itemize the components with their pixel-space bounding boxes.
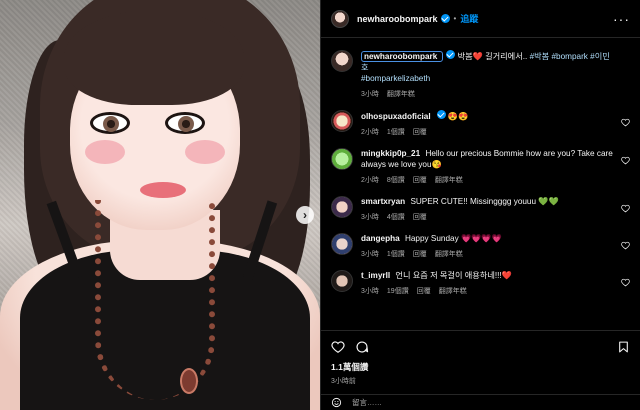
like-heart-icon[interactable] (621, 156, 630, 165)
caption: newharoobompark 박봄❤️ 길거리에서.. #박봄 #bompar… (331, 50, 630, 99)
comment-bubble-icon[interactable] (355, 340, 369, 354)
verified-icon (440, 14, 450, 23)
author-username[interactable]: newharoobompark (357, 14, 438, 24)
caption-text-1: 박봄 (457, 52, 473, 61)
post-photo[interactable]: › (0, 0, 320, 410)
translate-link[interactable]: 翻譯年糕 (435, 249, 463, 259)
instagram-post-view: › newharoobompark • 追蹤 ··· newharoobompa… (0, 0, 640, 410)
comment-input[interactable] (352, 398, 552, 407)
heart-emoji: ❤️ (472, 52, 483, 61)
comment-likes[interactable]: 1個讚 (387, 249, 405, 259)
photo-bead-necklace (95, 200, 215, 400)
comment-avatar[interactable] (331, 148, 353, 170)
comment-time: 2小時 (361, 177, 379, 184)
reply-button[interactable]: 回覆 (413, 175, 427, 185)
comment-likes[interactable]: 19個讚 (387, 286, 409, 296)
comment-text: 언니 요즘 저 목걸이 애용하네!!!❤️ (395, 271, 512, 280)
comment-username[interactable]: dangepha (361, 234, 400, 243)
comment-item: olhospuxadoficial 😍😍 2小時 1個讚 回覆 (331, 110, 630, 137)
comment-item: mingkkip0p_21 Hello our precious Bommie … (331, 148, 630, 185)
verified-icon (436, 110, 446, 119)
comment-composer (321, 394, 640, 410)
like-heart-icon[interactable] (621, 241, 630, 250)
comments-list[interactable]: newharoobompark 박봄❤️ 길거리에서.. #박봄 #bompar… (321, 38, 640, 354)
comment-avatar[interactable] (331, 233, 353, 255)
comment-username[interactable]: smartxryan (361, 197, 405, 206)
translate-link[interactable]: 翻譯年糕 (435, 175, 463, 185)
more-options-icon[interactable]: ··· (613, 11, 630, 27)
post-header: newharoobompark • 追蹤 ··· (321, 0, 640, 38)
comment-username[interactable]: mingkkip0p_21 (361, 149, 420, 158)
verified-icon (446, 50, 456, 59)
comment-likes[interactable]: 4個讚 (387, 212, 405, 222)
post-sidebar: newharoobompark • 追蹤 ··· newharoobompark… (320, 0, 640, 410)
comment-text: 😍😍 (447, 112, 469, 121)
comment-likes[interactable]: 1個讚 (387, 127, 405, 137)
comment-avatar[interactable] (331, 270, 353, 292)
header-separator: • (453, 14, 457, 23)
photo-lips (140, 182, 186, 198)
comment-avatar[interactable] (331, 110, 353, 132)
caption-avatar[interactable] (331, 50, 353, 72)
caption-username[interactable]: newharoobompark (364, 52, 437, 61)
comment-time: 2小時 (361, 129, 379, 136)
like-count[interactable]: 1.1萬個讚 (331, 361, 630, 373)
translate-link[interactable]: 翻譯年糕 (439, 286, 467, 296)
like-heart-icon[interactable] (621, 204, 630, 213)
comment-username[interactable]: t_imyrll (361, 271, 390, 280)
comment-avatar[interactable] (331, 196, 353, 218)
bookmark-icon[interactable] (617, 340, 630, 354)
author-avatar[interactable] (331, 9, 349, 28)
reply-button[interactable]: 回覆 (417, 286, 431, 296)
photo-pendant (180, 368, 198, 394)
photo-eye-left (90, 112, 130, 134)
comment-item: dangepha Happy Sunday 💗💗💗💗 3小時 1個讚 回覆 翻譯… (331, 233, 630, 259)
caption-hashtags-2[interactable]: #bomparkelizabeth (361, 74, 430, 83)
reply-button[interactable]: 回覆 (413, 212, 427, 222)
comment-item: smartxryan SUPER CUTE!! Missingggg youuu… (331, 196, 630, 222)
comment-time: 3小時 (361, 288, 379, 295)
caption-time: 3小時 (361, 91, 379, 98)
comment-text: SUPER CUTE!! Missingggg youuu 💚💚 (410, 197, 559, 206)
comment-likes[interactable]: 8個讚 (387, 175, 405, 185)
like-heart-icon[interactable] (621, 278, 630, 287)
caption-text-2: 길거리에서.. (482, 52, 528, 61)
comment-text: Happy Sunday 💗💗💗💗 (404, 234, 502, 243)
comment-item: t_imyrll 언니 요즘 저 목걸이 애용하네!!!❤️ 3小時 19個讚 … (331, 270, 630, 296)
photo-eye-right (165, 112, 205, 134)
photo-blush-right (185, 140, 225, 164)
reply-button[interactable]: 回覆 (413, 127, 427, 137)
comment-time: 3小時 (361, 251, 379, 258)
post-actions: 1.1萬個讚 3小時前 (321, 330, 640, 386)
comment-username[interactable]: olhospuxadoficial (361, 112, 431, 121)
caption-translate-link[interactable]: 翻譯年糕 (387, 89, 415, 99)
carousel-next-button[interactable]: › (296, 206, 314, 224)
like-heart-icon[interactable] (621, 118, 630, 127)
comment-time: 3小時 (361, 214, 379, 221)
post-timestamp: 3小時前 (331, 378, 356, 385)
like-heart-icon[interactable] (331, 340, 345, 354)
reply-button[interactable]: 回覆 (413, 249, 427, 259)
follow-button[interactable]: 追蹤 (460, 12, 478, 25)
emoji-picker-icon[interactable] (331, 397, 342, 408)
photo-blush-left (85, 140, 125, 164)
photo-bangs (64, 10, 244, 105)
